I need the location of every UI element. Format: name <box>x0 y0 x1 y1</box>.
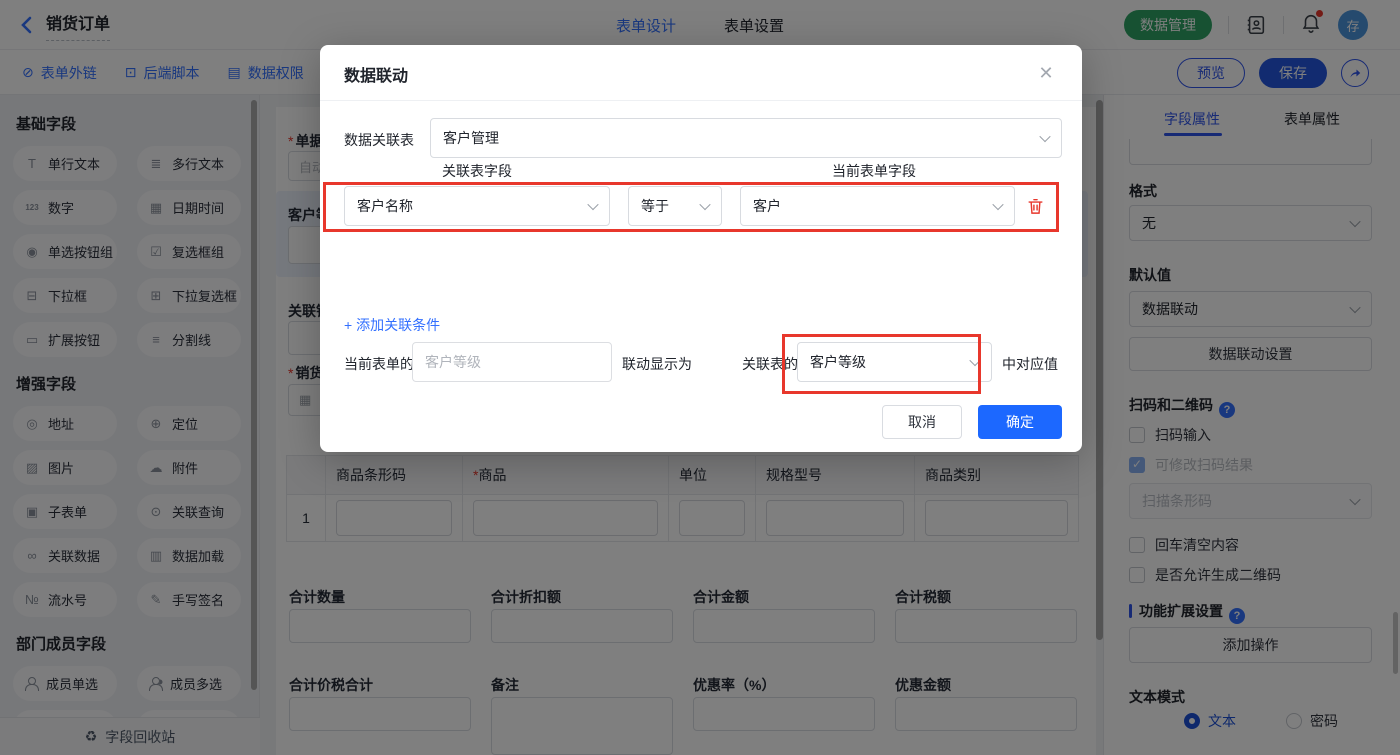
app-window: 销货订单 表单设计 表单设置 数据管理 存 ⊘ 表单外链 ⊡ <box>0 0 1400 755</box>
column-header-current-form-field: 当前表单字段 <box>832 161 916 181</box>
sentence-corresponding-value: 中对应值 <box>1002 354 1058 374</box>
annotation-rect-condition-row <box>323 182 1059 232</box>
chevron-down-icon <box>1039 131 1050 142</box>
sentence-display-as: 联动显示为 <box>622 354 692 374</box>
plus-icon: + <box>344 317 352 333</box>
column-header-relation-field: 关联表字段 <box>442 161 512 181</box>
relation-table-select[interactable]: 客户管理 <box>430 118 1062 158</box>
cancel-button[interactable]: 取消 <box>882 405 962 439</box>
relation-table-value: 客户管理 <box>443 128 499 148</box>
close-icon[interactable]: ✕ <box>1032 59 1060 87</box>
add-condition-link[interactable]: + 添加关联条件 <box>344 315 440 335</box>
modal-title: 数据联动 <box>344 62 408 86</box>
annotation-rect-relation-field <box>782 334 981 394</box>
relation-table-label: 数据关联表 <box>344 130 414 150</box>
current-field-input[interactable]: 客户等级 <box>412 342 612 382</box>
confirm-button[interactable]: 确定 <box>978 405 1062 439</box>
modal-divider <box>320 100 1082 101</box>
sentence-current-form: 当前表单的 <box>344 354 414 374</box>
